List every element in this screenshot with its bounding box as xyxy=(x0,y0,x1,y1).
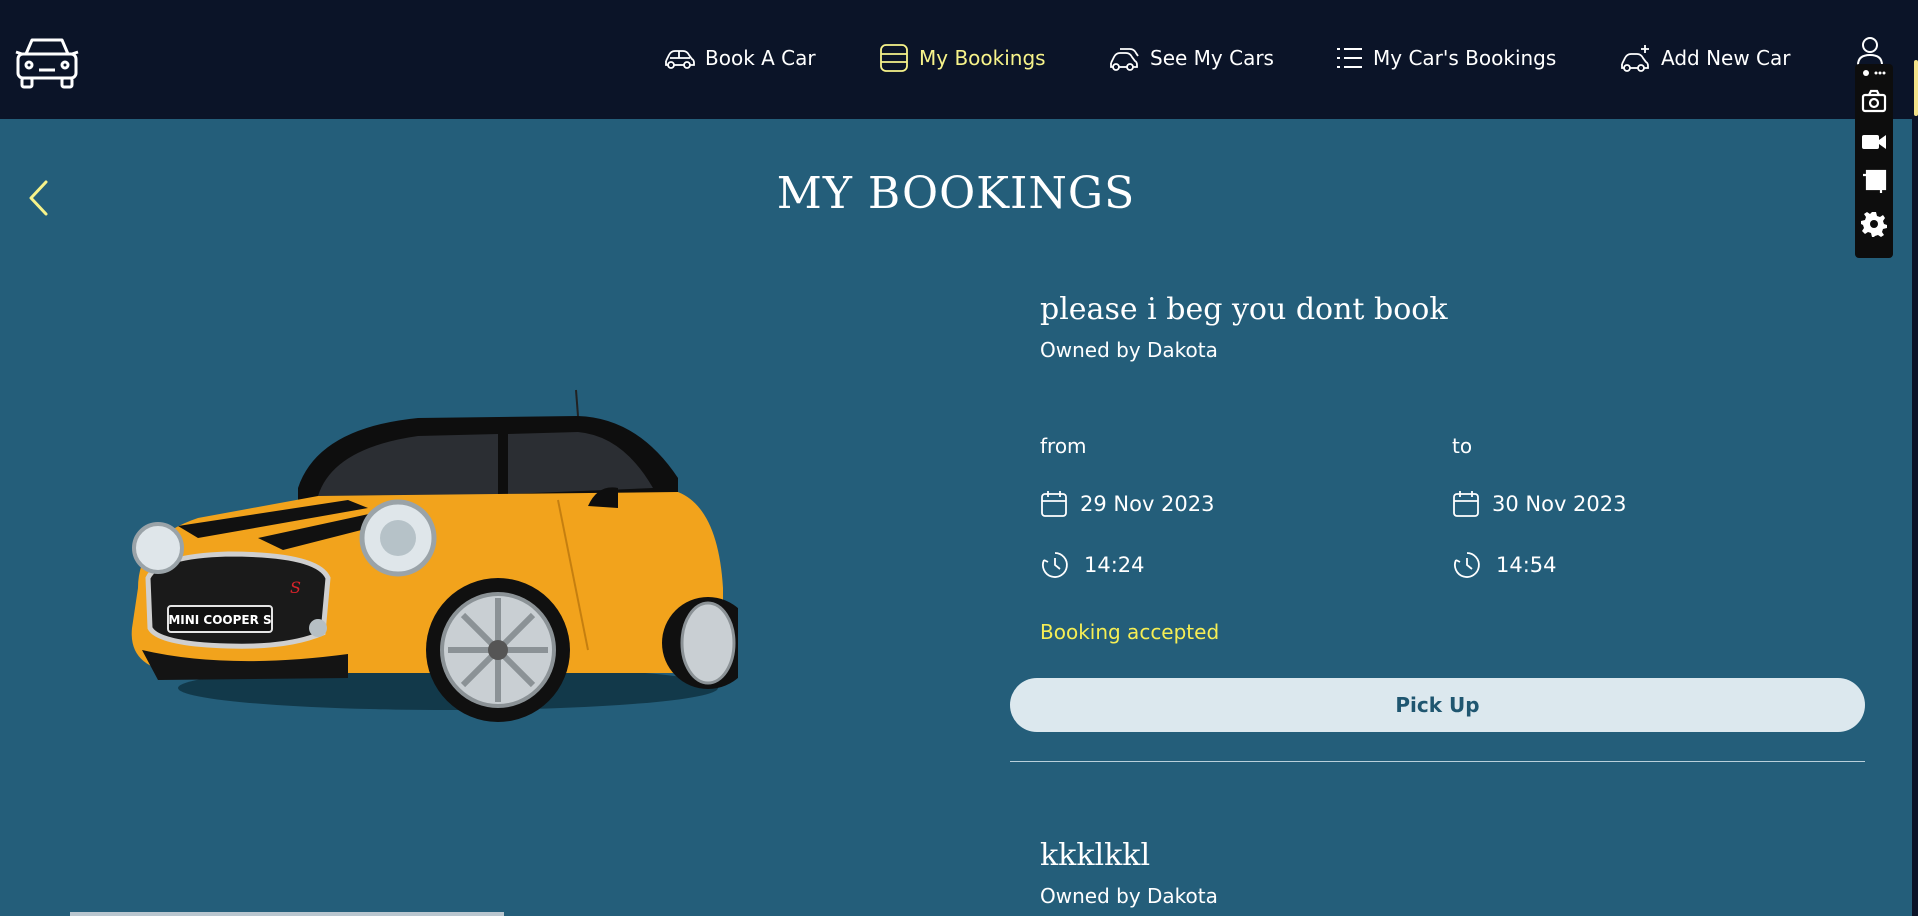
nav-label: Book A Car xyxy=(705,46,816,70)
to-label: to xyxy=(1452,434,1473,458)
svg-text:S: S xyxy=(290,578,301,597)
to-time-value: 14:54 xyxy=(1496,553,1557,577)
to-date: 30 Nov 2023 xyxy=(1452,490,1627,518)
nav-see-my-cars[interactable]: See My Cars xyxy=(1108,42,1274,74)
cars-icon xyxy=(1110,48,1139,71)
from-time-value: 14:24 xyxy=(1084,553,1145,577)
booking-title: please i beg you dont book xyxy=(1040,292,1448,327)
list-icon xyxy=(1337,48,1362,68)
from-label: from xyxy=(1040,434,1087,458)
scrollbar[interactable] xyxy=(1912,0,1918,916)
calendar-icon xyxy=(1041,491,1067,517)
nav-add-new-car[interactable]: Add New Car xyxy=(1619,42,1791,74)
clock-icon xyxy=(1454,552,1480,578)
to-date-value: 30 Nov 2023 xyxy=(1492,492,1627,516)
nav-label: See My Cars xyxy=(1150,46,1274,70)
pin-more-icon[interactable] xyxy=(1861,68,1887,78)
booking-owner: Owned by Dakota xyxy=(1040,338,1218,362)
camera-icon[interactable] xyxy=(1861,88,1887,114)
booking-status: Booking accepted xyxy=(1040,620,1220,644)
horizontal-scrollbar[interactable] xyxy=(70,912,504,916)
nav-book-a-car[interactable]: Book A Car xyxy=(663,42,816,74)
calendar-icon xyxy=(1453,491,1479,517)
from-date: 29 Nov 2023 xyxy=(1040,490,1215,518)
nav-label: Add New Car xyxy=(1661,46,1791,70)
nav-my-bookings[interactable]: My Bookings xyxy=(879,42,1046,74)
bookings-icon xyxy=(880,44,908,72)
to-time: 14:54 xyxy=(1452,550,1557,580)
from-time: 14:24 xyxy=(1040,550,1145,580)
video-icon[interactable] xyxy=(1861,129,1887,155)
nav-my-cars-bookings[interactable]: My Car's Bookings xyxy=(1335,42,1556,74)
booking-title: kkklkkl xyxy=(1040,838,1151,873)
pick-up-button[interactable]: Pick Up xyxy=(1010,678,1865,732)
plate-text: MINI COOPER S xyxy=(168,613,271,627)
from-date-value: 29 Nov 2023 xyxy=(1080,492,1215,516)
page-title: MY BOOKINGS xyxy=(776,168,1136,219)
car-icon xyxy=(665,50,695,69)
nav-label: My Bookings xyxy=(919,46,1046,70)
nav-label: My Car's Bookings xyxy=(1373,46,1557,70)
scrollbar-thumb[interactable] xyxy=(1914,60,1918,116)
car-image: MINI COOPER S S xyxy=(131,389,738,722)
car-logo-icon[interactable] xyxy=(14,34,80,90)
capture-toolbar xyxy=(1855,64,1893,258)
booking-owner: Owned by Dakota xyxy=(1040,884,1218,908)
profile-icon[interactable] xyxy=(1856,36,1884,66)
divider xyxy=(1010,761,1865,762)
clock-icon xyxy=(1042,552,1068,578)
navbar: Book A Car My Bookings See My Cars My Ca… xyxy=(0,0,1918,119)
car-add-icon xyxy=(1621,45,1649,72)
